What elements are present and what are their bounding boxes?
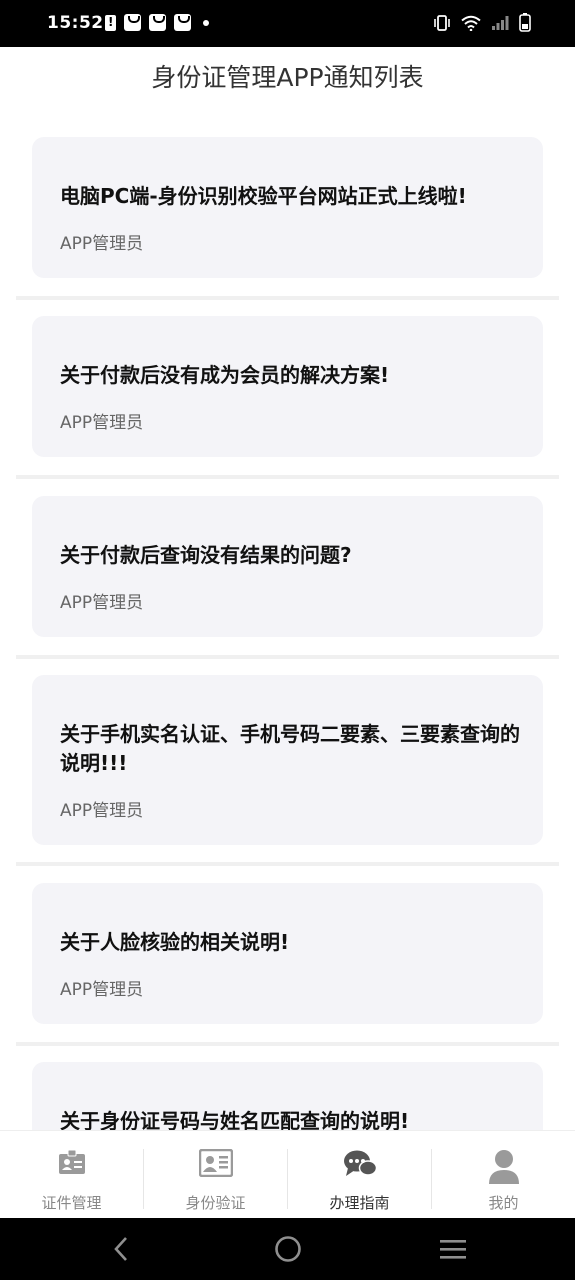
- tab-id-management[interactable]: 证件管理: [0, 1131, 143, 1219]
- tab-identity-verify[interactable]: 身份验证: [144, 1131, 287, 1219]
- tab-label: 办理指南: [329, 1194, 390, 1212]
- chat-bubbles-icon: [343, 1150, 377, 1176]
- divider: [16, 862, 559, 866]
- notice-author: APP管理员: [60, 593, 144, 613]
- battery-icon: [519, 13, 531, 32]
- id-card-icon: [58, 1149, 85, 1174]
- tab-profile[interactable]: 我的: [432, 1131, 575, 1219]
- notice-author: APP管理员: [60, 413, 144, 433]
- notice-card[interactable]: 关于付款后查询没有结果的问题? APP管理员: [32, 496, 543, 637]
- identity-verify-icon: [198, 1149, 233, 1177]
- notice-title: 关于人脸核验的相关说明!: [60, 930, 290, 954]
- notice-card[interactable]: 关于付款后没有成为会员的解决方案! APP管理员: [32, 316, 543, 457]
- notice-author: APP管理员: [60, 801, 144, 821]
- divider: [16, 1042, 559, 1046]
- vibrate-icon: [434, 14, 450, 31]
- notice-card[interactable]: 关于手机实名认证、手机号码二要素、三要素查询的说明!!! APP管理员: [32, 675, 543, 845]
- system-nav-bar: [0, 1218, 575, 1280]
- mail-notification-icon: [124, 14, 141, 31]
- divider: [16, 296, 559, 300]
- home-icon[interactable]: [273, 1234, 303, 1264]
- notification-icons: [105, 14, 209, 31]
- user-icon: [488, 1150, 519, 1184]
- page-title: 身份证管理APP通知列表: [151, 63, 424, 92]
- tab-label: 我的: [488, 1194, 519, 1212]
- more-notifications-dot-icon: [203, 19, 209, 26]
- notice-card[interactable]: 电脑PC端-身份识别校验平台网站正式上线啦! APP管理员: [32, 137, 543, 278]
- alert-notification-icon: [105, 14, 116, 31]
- notice-title: 关于付款后没有成为会员的解决方案!: [60, 363, 390, 387]
- signal-icon: [492, 15, 509, 30]
- recent-apps-icon[interactable]: [439, 1237, 467, 1261]
- notice-author: APP管理员: [60, 980, 144, 1000]
- status-bar: 15:52: [0, 0, 575, 47]
- wifi-icon: [461, 15, 481, 31]
- back-icon[interactable]: [110, 1235, 134, 1263]
- status-time: 15:52: [47, 13, 104, 33]
- notice-card[interactable]: 关于人脸核验的相关说明! APP管理员: [32, 883, 543, 1024]
- divider: [16, 655, 559, 659]
- tab-label: 身份验证: [185, 1194, 246, 1212]
- notice-author: APP管理员: [60, 234, 144, 254]
- mail-notification-icon: [149, 14, 166, 31]
- tab-guide[interactable]: 办理指南: [288, 1131, 431, 1219]
- divider: [16, 475, 559, 479]
- mail-notification-icon: [174, 14, 191, 31]
- notice-title: 关于手机实名认证、手机号码二要素、三要素查询的说明!!!: [60, 722, 520, 775]
- system-status-icons: [433, 13, 531, 32]
- tab-label: 证件管理: [41, 1194, 102, 1212]
- notice-title: 关于付款后查询没有结果的问题?: [60, 543, 352, 567]
- bottom-tab-bar: 证件管理 身份验证 办理指南 我的: [0, 1130, 575, 1219]
- notice-title: 电脑PC端-身份识别校验平台网站正式上线啦!: [60, 184, 467, 208]
